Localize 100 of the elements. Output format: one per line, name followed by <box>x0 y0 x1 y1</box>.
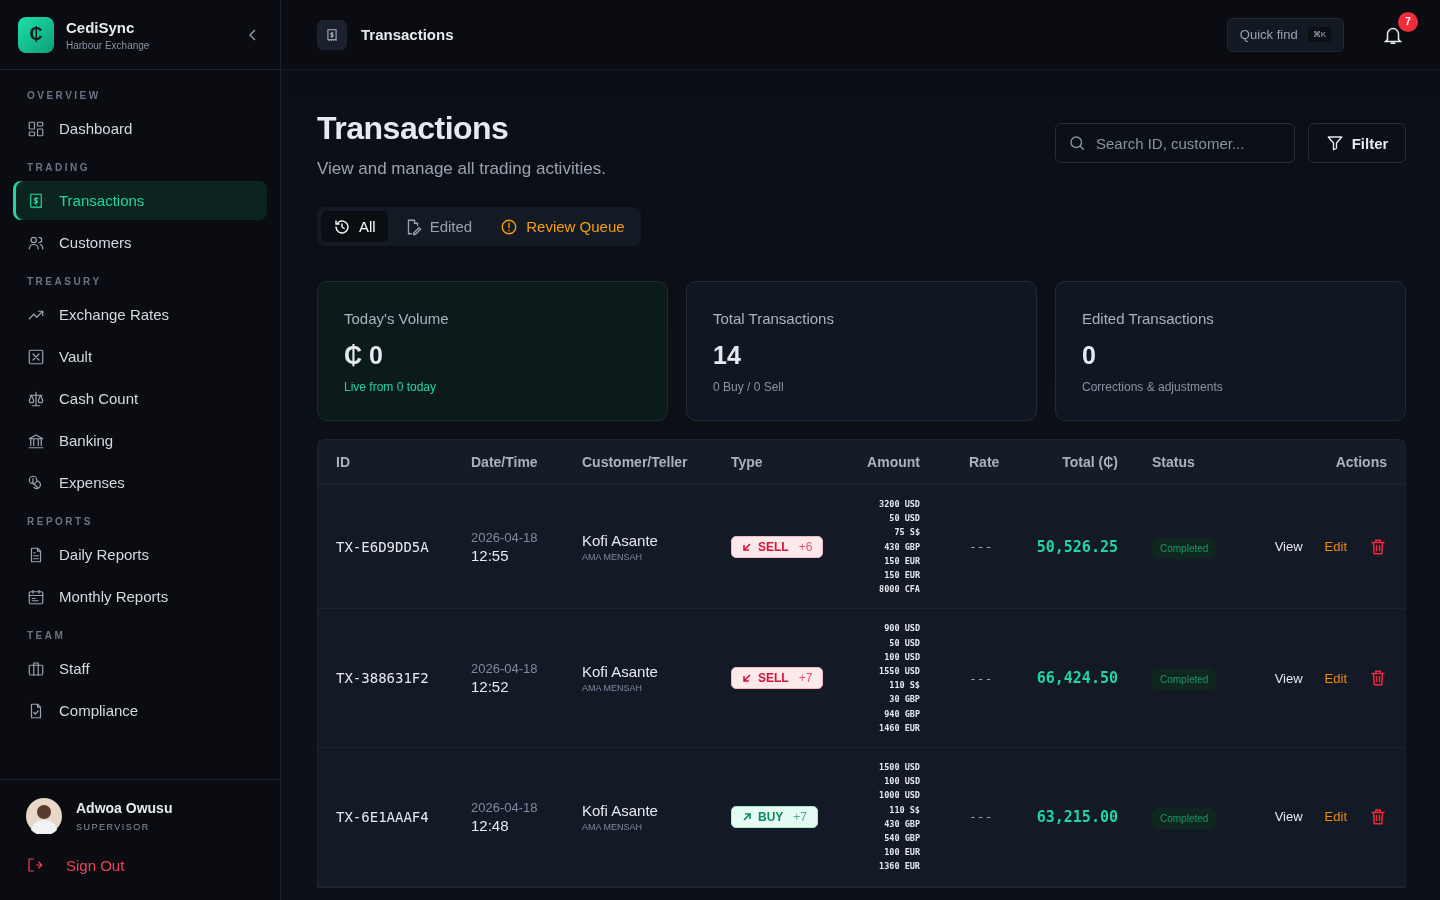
type-badge: SELL +6 <box>731 535 824 558</box>
amount-line: 1460 EUR <box>878 721 920 735</box>
briefcase-icon <box>27 659 45 678</box>
total-value: 63,215.00 <box>1035 807 1118 826</box>
view-link[interactable]: View <box>1274 670 1303 686</box>
column-header: ID <box>336 454 351 470</box>
column-header: Status <box>1151 454 1196 470</box>
amount-line: 50 USD <box>888 636 920 650</box>
column-header: Customer/Teller <box>582 454 689 470</box>
edit-link[interactable]: Edit <box>1324 809 1347 825</box>
sign-out-icon <box>26 856 44 874</box>
view-link[interactable]: View <box>1274 539 1303 555</box>
chevron-left-icon <box>248 27 258 42</box>
customer-name: Kofi Asante <box>582 531 659 549</box>
search-field[interactable]: Search ID, customer... <box>1055 123 1295 163</box>
vault-icon <box>27 347 45 366</box>
amount-line: 110 S$ <box>888 803 920 817</box>
amount-line: 430 GBP <box>883 817 920 831</box>
filter-icon <box>1325 134 1344 152</box>
amount-line: 30 GBP <box>888 693 920 707</box>
amount-line: 940 GBP <box>883 707 920 721</box>
total-value: 50,526.25 <box>1035 537 1118 556</box>
nav-item[interactable]: Daily Reports <box>13 535 267 574</box>
alert-circle-icon <box>500 217 519 236</box>
nav-item[interactable]: Banking <box>13 421 267 460</box>
rate-value: --- <box>968 539 994 555</box>
user-role: SUPERVISOR <box>76 822 151 832</box>
amount-line: 1500 USD <box>878 761 920 775</box>
type-badge: SELL +7 <box>731 667 824 690</box>
amount-line: 100 USD <box>883 775 920 789</box>
stat-label: Edited Transactions <box>1082 310 1215 327</box>
delete-icon[interactable] <box>1369 807 1387 826</box>
amount-line: 3200 USD <box>878 498 920 511</box>
teller-name: AMA MENSAH <box>582 821 643 832</box>
amount-line: 900 USD <box>883 622 920 636</box>
amount-line: 1000 USD <box>878 789 920 803</box>
app-name: CediSync <box>66 18 136 36</box>
app-subtitle: Harbour Exchange <box>66 39 151 51</box>
avatar-silhouette <box>26 798 62 834</box>
nav-section-title: TREASURY <box>26 275 103 289</box>
nav-item[interactable]: Dashboard <box>13 109 267 148</box>
stat-value: 14 <box>713 341 742 370</box>
nav-item[interactable]: Vault <box>13 337 267 376</box>
amount-line: 75 S$ <box>893 526 920 540</box>
nav-item[interactable]: Transactions <box>13 181 267 220</box>
quick-find-button[interactable]: Quick find ⌘K <box>1226 17 1344 52</box>
column-header: Rate <box>968 454 1001 470</box>
nav-item[interactable]: Exchange Rates <box>13 295 267 334</box>
status-badge: Completed <box>1152 807 1217 829</box>
nav-item[interactable]: Customers <box>13 223 267 262</box>
sign-out-link[interactable]: Sign Out <box>26 856 254 874</box>
stat-label: Total Transactions <box>713 310 835 327</box>
amount-line: 540 GBP <box>883 832 920 846</box>
column-header: Type <box>731 454 764 470</box>
edit-link[interactable]: Edit <box>1324 539 1347 555</box>
amount-line: 1550 USD <box>878 665 920 679</box>
type-badge: BUY +7 <box>731 805 819 828</box>
transaction-time: 12:55 <box>471 546 510 564</box>
user-name: Adwoa Owusu <box>76 800 173 816</box>
dashboard-icon <box>27 119 45 138</box>
view-link[interactable]: View <box>1274 809 1303 825</box>
delete-icon[interactable] <box>1369 669 1387 688</box>
edit-link[interactable]: Edit <box>1324 670 1347 686</box>
filter-tab[interactable]: All <box>321 211 388 242</box>
nav-section-title: TRADING <box>26 161 92 175</box>
filter-tab[interactable]: Review Queue <box>488 211 637 242</box>
column-header: Total (₵) <box>1061 454 1118 470</box>
column-header: Actions <box>1335 454 1387 470</box>
nav-section-title: REPORTS <box>26 515 94 529</box>
nav-item[interactable]: Compliance <box>13 691 267 730</box>
nav-item[interactable]: Monthly Reports <box>13 577 267 616</box>
filter-tab[interactable]: Edited <box>391 211 485 242</box>
nav-section-title: OVERVIEW <box>26 89 102 103</box>
stat-value: ₵ 0 <box>344 341 384 370</box>
stat-note: Live from 0 today <box>344 380 438 394</box>
nav-item[interactable]: Cash Count <box>13 379 267 418</box>
status-badge: Completed <box>1152 537 1217 559</box>
transaction-date: 2026-04-18 <box>471 799 539 815</box>
amount-line: 100 EUR <box>883 846 920 860</box>
transaction-time: 12:48 <box>471 816 510 834</box>
receipt-icon <box>317 19 347 50</box>
rate-value: --- <box>968 670 994 686</box>
amount-line: 50 USD <box>888 512 920 526</box>
nav-item[interactable]: Expenses <box>13 463 267 502</box>
amount-line: 1360 EUR <box>878 860 920 874</box>
rate-value: --- <box>968 809 994 825</box>
nav-item[interactable]: Staff <box>13 649 267 688</box>
teller-name: AMA MENSAH <box>582 683 643 694</box>
stat-value: 0 <box>1082 341 1097 370</box>
filter-button[interactable]: Filter <box>1308 123 1406 163</box>
transaction-time: 12:52 <box>471 678 510 696</box>
scale-icon <box>27 389 45 408</box>
stat-label: Today's Volume <box>344 310 450 327</box>
history-icon <box>333 217 351 236</box>
amount-line: 150 EUR <box>883 554 920 568</box>
transaction-id: TX-6E1AAAF4 <box>336 808 430 825</box>
stat-note: 0 Buy / 0 Sell <box>713 380 785 394</box>
transaction-date: 2026-04-18 <box>471 529 539 545</box>
delete-icon[interactable] <box>1369 537 1387 556</box>
column-header: Date/Time <box>471 454 539 470</box>
